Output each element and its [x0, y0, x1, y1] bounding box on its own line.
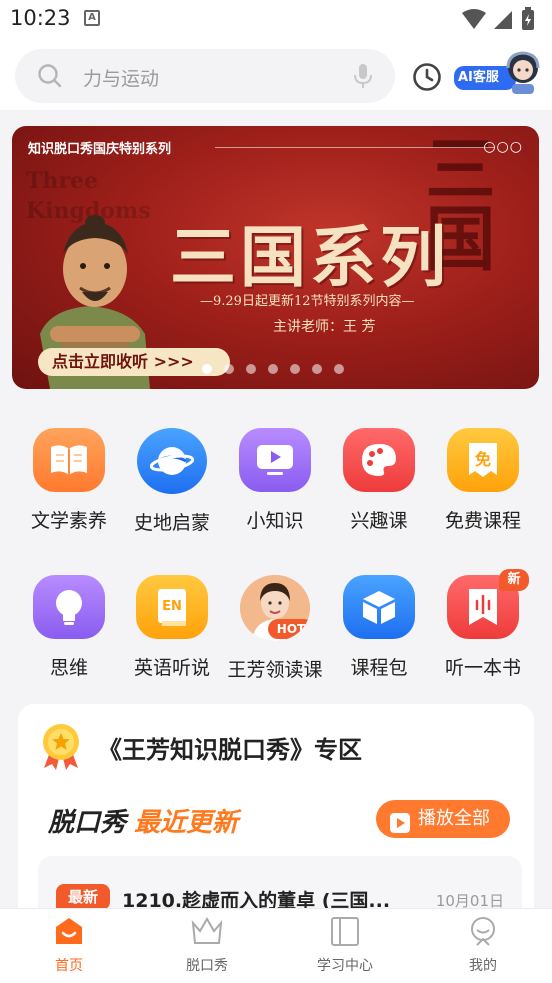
category-label: 课程包: [350, 657, 408, 679]
category-course-package[interactable]: 课程包: [324, 575, 434, 680]
zone-title: 《王芳知识脱口秀》专区: [98, 736, 362, 764]
nav-label: 首页: [55, 958, 83, 974]
book-icon: [33, 428, 105, 492]
svg-text:免: 免: [475, 450, 491, 469]
nav-profile[interactable]: 我的: [428, 915, 538, 975]
category-interest[interactable]: 兴趣课: [324, 428, 434, 533]
banner-title: 三国系列: [170, 218, 450, 296]
play-all-label: 播放全部: [418, 808, 490, 829]
category-label: 听一本书: [444, 657, 521, 679]
category-history-geo[interactable]: 史地启蒙: [117, 428, 227, 535]
svg-text:EN: EN: [162, 599, 182, 614]
nav-study-center[interactable]: 学习中心: [290, 915, 400, 975]
profile-icon: [467, 917, 499, 951]
ai-service-button[interactable]: AI客服: [454, 50, 542, 94]
palette-icon: [343, 428, 415, 492]
category-thinking[interactable]: 思维: [14, 575, 124, 680]
category-label: 小知识: [246, 510, 304, 532]
pager-dot[interactable]: [268, 364, 278, 374]
category-label: 英语听说: [133, 657, 210, 679]
ai-avatar-icon: [504, 50, 542, 94]
banner-pager: [202, 364, 344, 374]
recent-update-tag: 最近更新: [134, 808, 239, 838]
pager-dot[interactable]: [202, 364, 212, 374]
status-bar: 10:23 A: [0, 0, 552, 38]
search-bar[interactable]: 力与运动: [15, 49, 395, 103]
banner-teacher: 主讲老师：王 芳: [273, 319, 376, 335]
promo-banner[interactable]: 三国 Three Kingdoms 知识脱口秀国庆特别系列 ○○○ 三国系列 —…: [12, 126, 539, 389]
category-english[interactable]: EN 英语听说: [117, 575, 227, 680]
banner-subtitle: —9.29日起更新12节特别系列内容—: [200, 294, 415, 309]
pager-dot[interactable]: [334, 364, 344, 374]
banner-divider: [215, 147, 495, 148]
medal-icon: [40, 722, 82, 774]
pager-dot[interactable]: [224, 364, 234, 374]
search-placeholder: 力与运动: [83, 68, 160, 90]
package-box-icon: [343, 575, 415, 639]
planet-icon: [137, 428, 207, 494]
latest-badge: 最新: [56, 884, 110, 910]
category-knowledge[interactable]: 小知识: [220, 428, 330, 533]
search-icon: [37, 63, 63, 93]
category-label: 史地启蒙: [133, 512, 210, 534]
english-book-icon: EN: [136, 575, 208, 639]
wifi-icon: [462, 9, 486, 29]
video-icon: [239, 428, 311, 492]
category-free-course[interactable]: 免 免费课程: [428, 428, 538, 533]
crown-icon: [190, 917, 224, 951]
category-literature[interactable]: 文学素养: [14, 428, 124, 533]
study-book-icon: [329, 917, 361, 951]
signal-icon: [494, 11, 512, 29]
nav-label: 脱口秀: [186, 958, 228, 974]
category-label: 免费课程: [444, 510, 521, 532]
category-label: 王芳领读课: [227, 659, 323, 681]
search-header: 力与运动 AI客服: [0, 38, 552, 110]
category-audio-book[interactable]: 新 听一本书: [428, 569, 538, 680]
pager-dot[interactable]: [312, 364, 322, 374]
nav-label: 我的: [469, 958, 497, 974]
audio-book-icon: 新: [447, 569, 529, 639]
banner-series-label: 知识脱口秀国庆特别系列: [28, 142, 172, 157]
more-dots-icon: ○○○: [483, 139, 523, 155]
category-label: 文学素养: [30, 510, 107, 532]
status-icons: [460, 7, 540, 35]
talk-show-tag: 脱口秀: [48, 808, 127, 838]
pager-dot[interactable]: [290, 364, 300, 374]
category-wangfang-reading[interactable]: HOT 王芳领读课: [220, 575, 330, 682]
notification-icon: A: [84, 10, 100, 26]
hot-badge: HOT: [268, 619, 310, 639]
play-all-button[interactable]: 播放全部: [376, 800, 510, 838]
nav-label: 学习中心: [317, 958, 373, 974]
play-icon: [390, 809, 410, 847]
nav-talk-show[interactable]: 脱口秀: [152, 915, 262, 975]
new-badge: 新: [499, 569, 529, 591]
bottom-nav: 首页 脱口秀 学习中心 我的: [0, 908, 552, 983]
category-label: 思维: [49, 657, 88, 679]
lightbulb-icon: [33, 575, 105, 639]
pager-dot[interactable]: [246, 364, 256, 374]
history-clock-icon[interactable]: [412, 62, 442, 96]
microphone-icon[interactable]: [353, 63, 373, 93]
battery-icon: [522, 7, 534, 30]
status-time: 10:23: [10, 6, 71, 30]
teacher-avatar-icon: HOT: [240, 575, 310, 641]
category-label: 兴趣课: [350, 510, 408, 532]
home-icon: [53, 918, 85, 951]
nav-home[interactable]: 首页: [14, 915, 124, 975]
free-ticket-icon: 免: [447, 428, 519, 492]
